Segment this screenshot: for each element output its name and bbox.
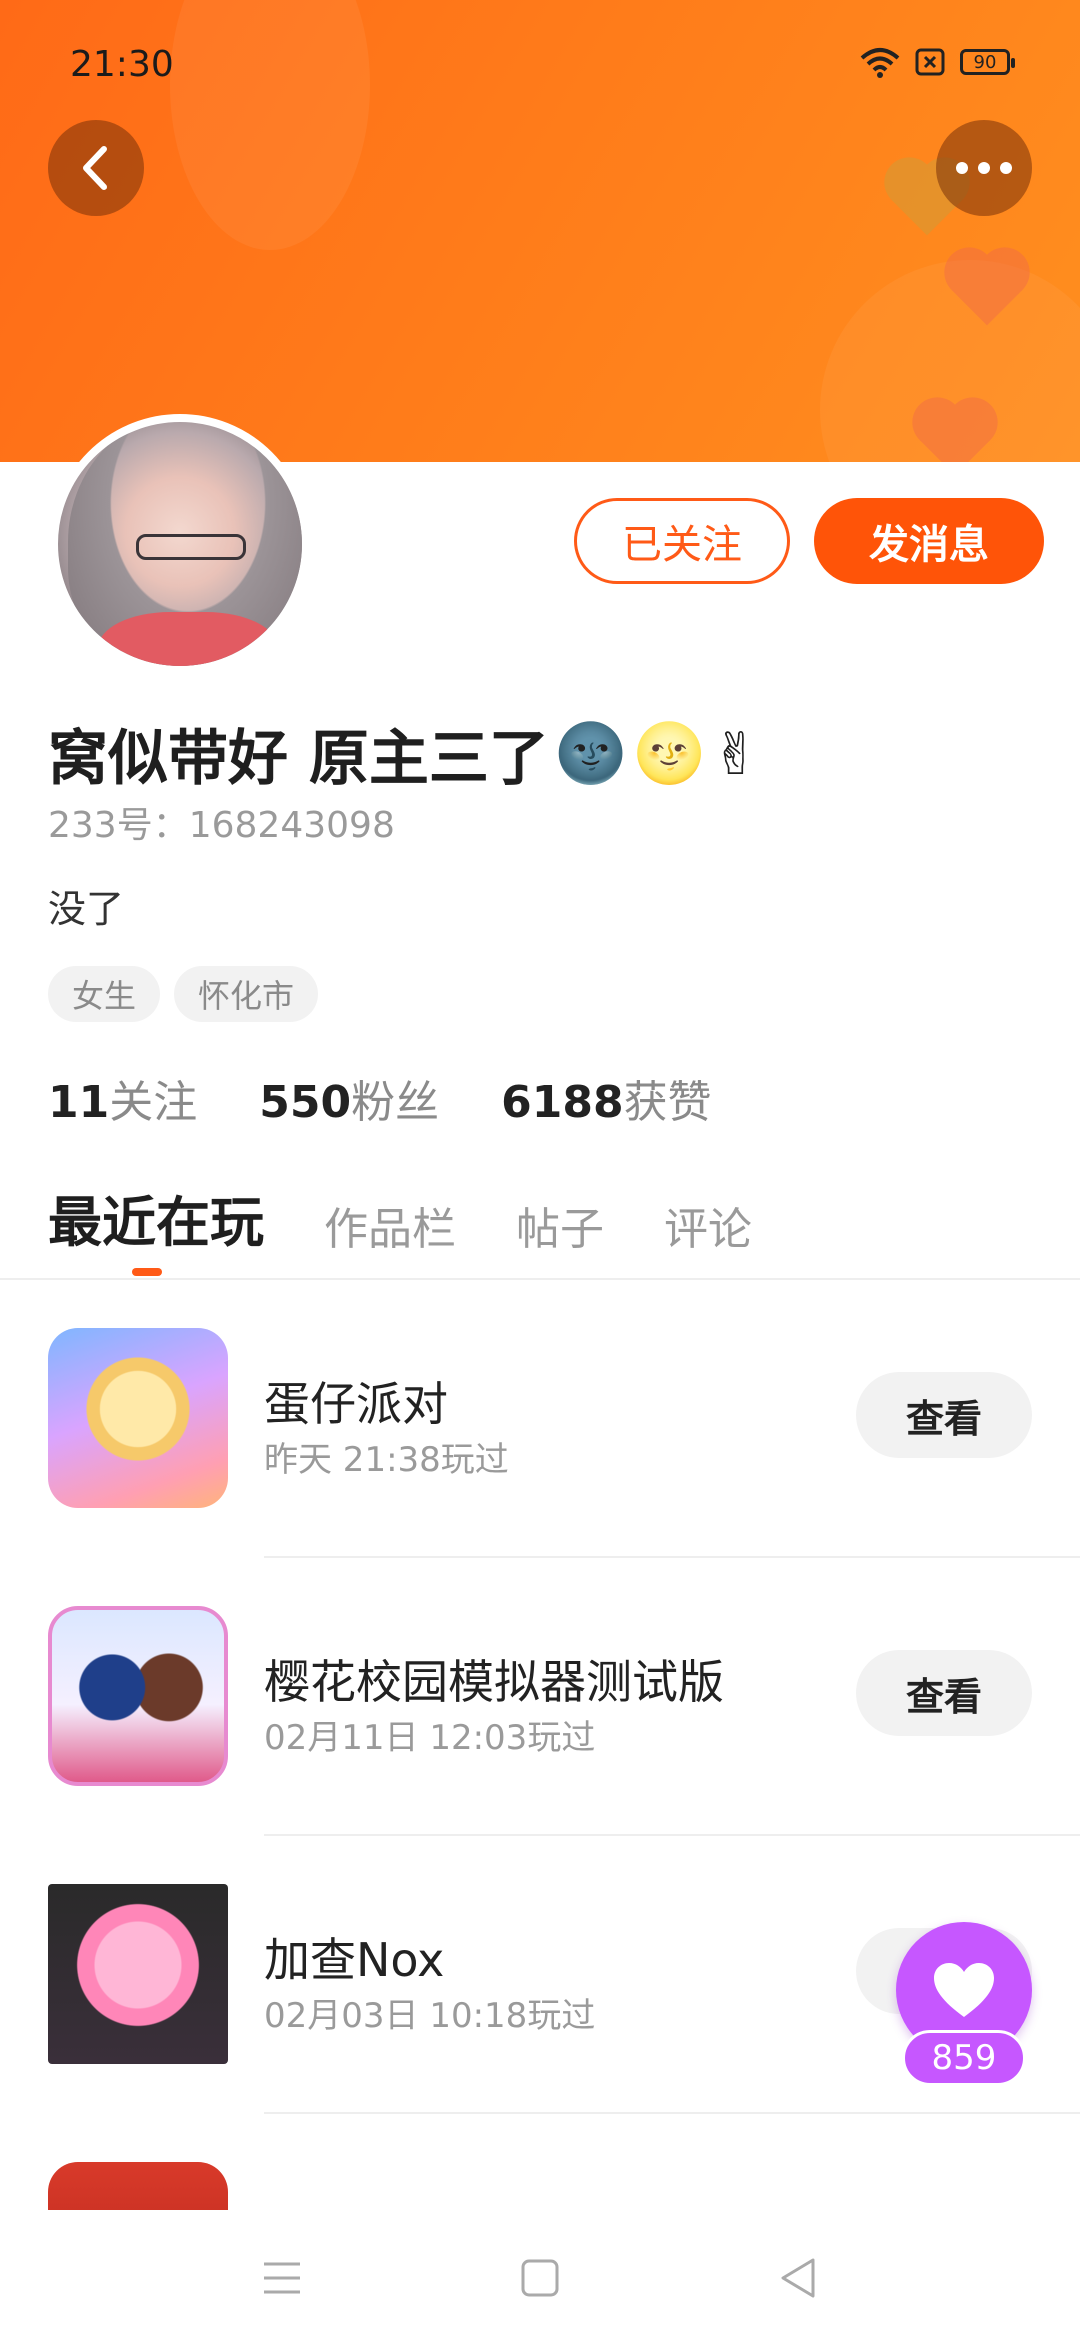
avatar[interactable]	[50, 414, 310, 674]
tab-indicator	[132, 1268, 162, 1276]
profile-stats: 11关注 550粉丝 6188获赞	[48, 1066, 712, 1130]
tab-works[interactable]: 作品栏	[324, 1193, 456, 1257]
tab-comments[interactable]: 评论	[664, 1193, 752, 1257]
system-nav-bar	[0, 2210, 1080, 2340]
game-icon[interactable]	[48, 1328, 228, 1508]
heart-icon	[934, 1963, 994, 2017]
wifi-icon	[860, 48, 900, 78]
tag-gender: 女生	[48, 966, 161, 1022]
stat-following[interactable]: 11关注	[48, 1066, 197, 1130]
list-item[interactable]: 蛋仔派对 昨天 21:38玩过 查看	[0, 1280, 1080, 1558]
list-item[interactable]: 樱花校园模拟器测试版 02月11日 12:03玩过 查看	[0, 1558, 1080, 1836]
menu-icon	[264, 2262, 300, 2294]
battery-icon: 90	[960, 49, 1015, 75]
game-icon[interactable]	[48, 1884, 228, 2064]
menu-button[interactable]	[252, 2248, 312, 2308]
nickname: 窝似带好 原主三了 🌚 🌝 ✌	[48, 710, 760, 797]
bio: 没了	[48, 887, 125, 931]
back-button[interactable]	[48, 120, 144, 216]
home-square-icon	[521, 2259, 559, 2297]
game-played-time: 昨天 21:38玩过	[264, 1440, 509, 1480]
game-title: 樱花校园模拟器测试版	[264, 1655, 724, 1709]
like-count: 859	[902, 2030, 1026, 2086]
nickname-text: 窝似带好 原主三了	[48, 724, 549, 794]
new-moon-face-emoji: 🌚	[554, 719, 628, 787]
status-bar: 21:30 90	[0, 40, 1080, 90]
tab-posts[interactable]: 帖子	[516, 1193, 604, 1257]
back-triangle-icon	[781, 2258, 815, 2298]
full-moon-face-emoji: 🌝	[633, 719, 706, 787]
game-played-time: 02月11日 12:03玩过	[264, 1718, 596, 1758]
banner-decoration	[170, 0, 370, 250]
stat-followers[interactable]: 550粉丝	[259, 1066, 439, 1130]
followed-button[interactable]: 已关注	[574, 498, 790, 584]
more-dots-icon	[956, 162, 1012, 174]
view-button[interactable]: 查看	[856, 1650, 1032, 1736]
tag-location: 怀化市	[174, 966, 319, 1022]
send-message-button[interactable]: 发消息	[814, 498, 1044, 584]
view-button[interactable]: 查看	[856, 1372, 1032, 1458]
game-played-time: 02月03日 10:18玩过	[264, 1996, 596, 2036]
game-icon[interactable]	[48, 2162, 228, 2210]
tab-recently-played[interactable]: 最近在玩	[48, 1178, 264, 1257]
back-arrow-icon	[83, 146, 107, 190]
game-icon[interactable]	[48, 1606, 228, 1786]
home-button[interactable]	[510, 2248, 570, 2308]
profile-tabs: 最近在玩 作品栏 帖子 评论	[48, 1178, 752, 1257]
user-id: 233号：168243098	[48, 805, 395, 846]
list-item[interactable]	[0, 2114, 1080, 2210]
battery-level: 90	[973, 51, 997, 73]
nav-back-button[interactable]	[768, 2248, 828, 2308]
victory-hand-emoji: ✌	[711, 719, 760, 788]
profile-tags: 女生 怀化市	[48, 966, 319, 1022]
status-icons: 90	[860, 46, 1015, 78]
profile-banner: 21:30 90	[0, 0, 1080, 462]
more-button[interactable]	[936, 120, 1032, 216]
game-title: 蛋仔派对	[264, 1377, 448, 1431]
status-time: 21:30	[70, 44, 174, 85]
sim-icon	[915, 48, 945, 76]
game-title: 加查Nox	[264, 1933, 445, 1987]
stat-likes[interactable]: 6188获赞	[501, 1066, 711, 1130]
